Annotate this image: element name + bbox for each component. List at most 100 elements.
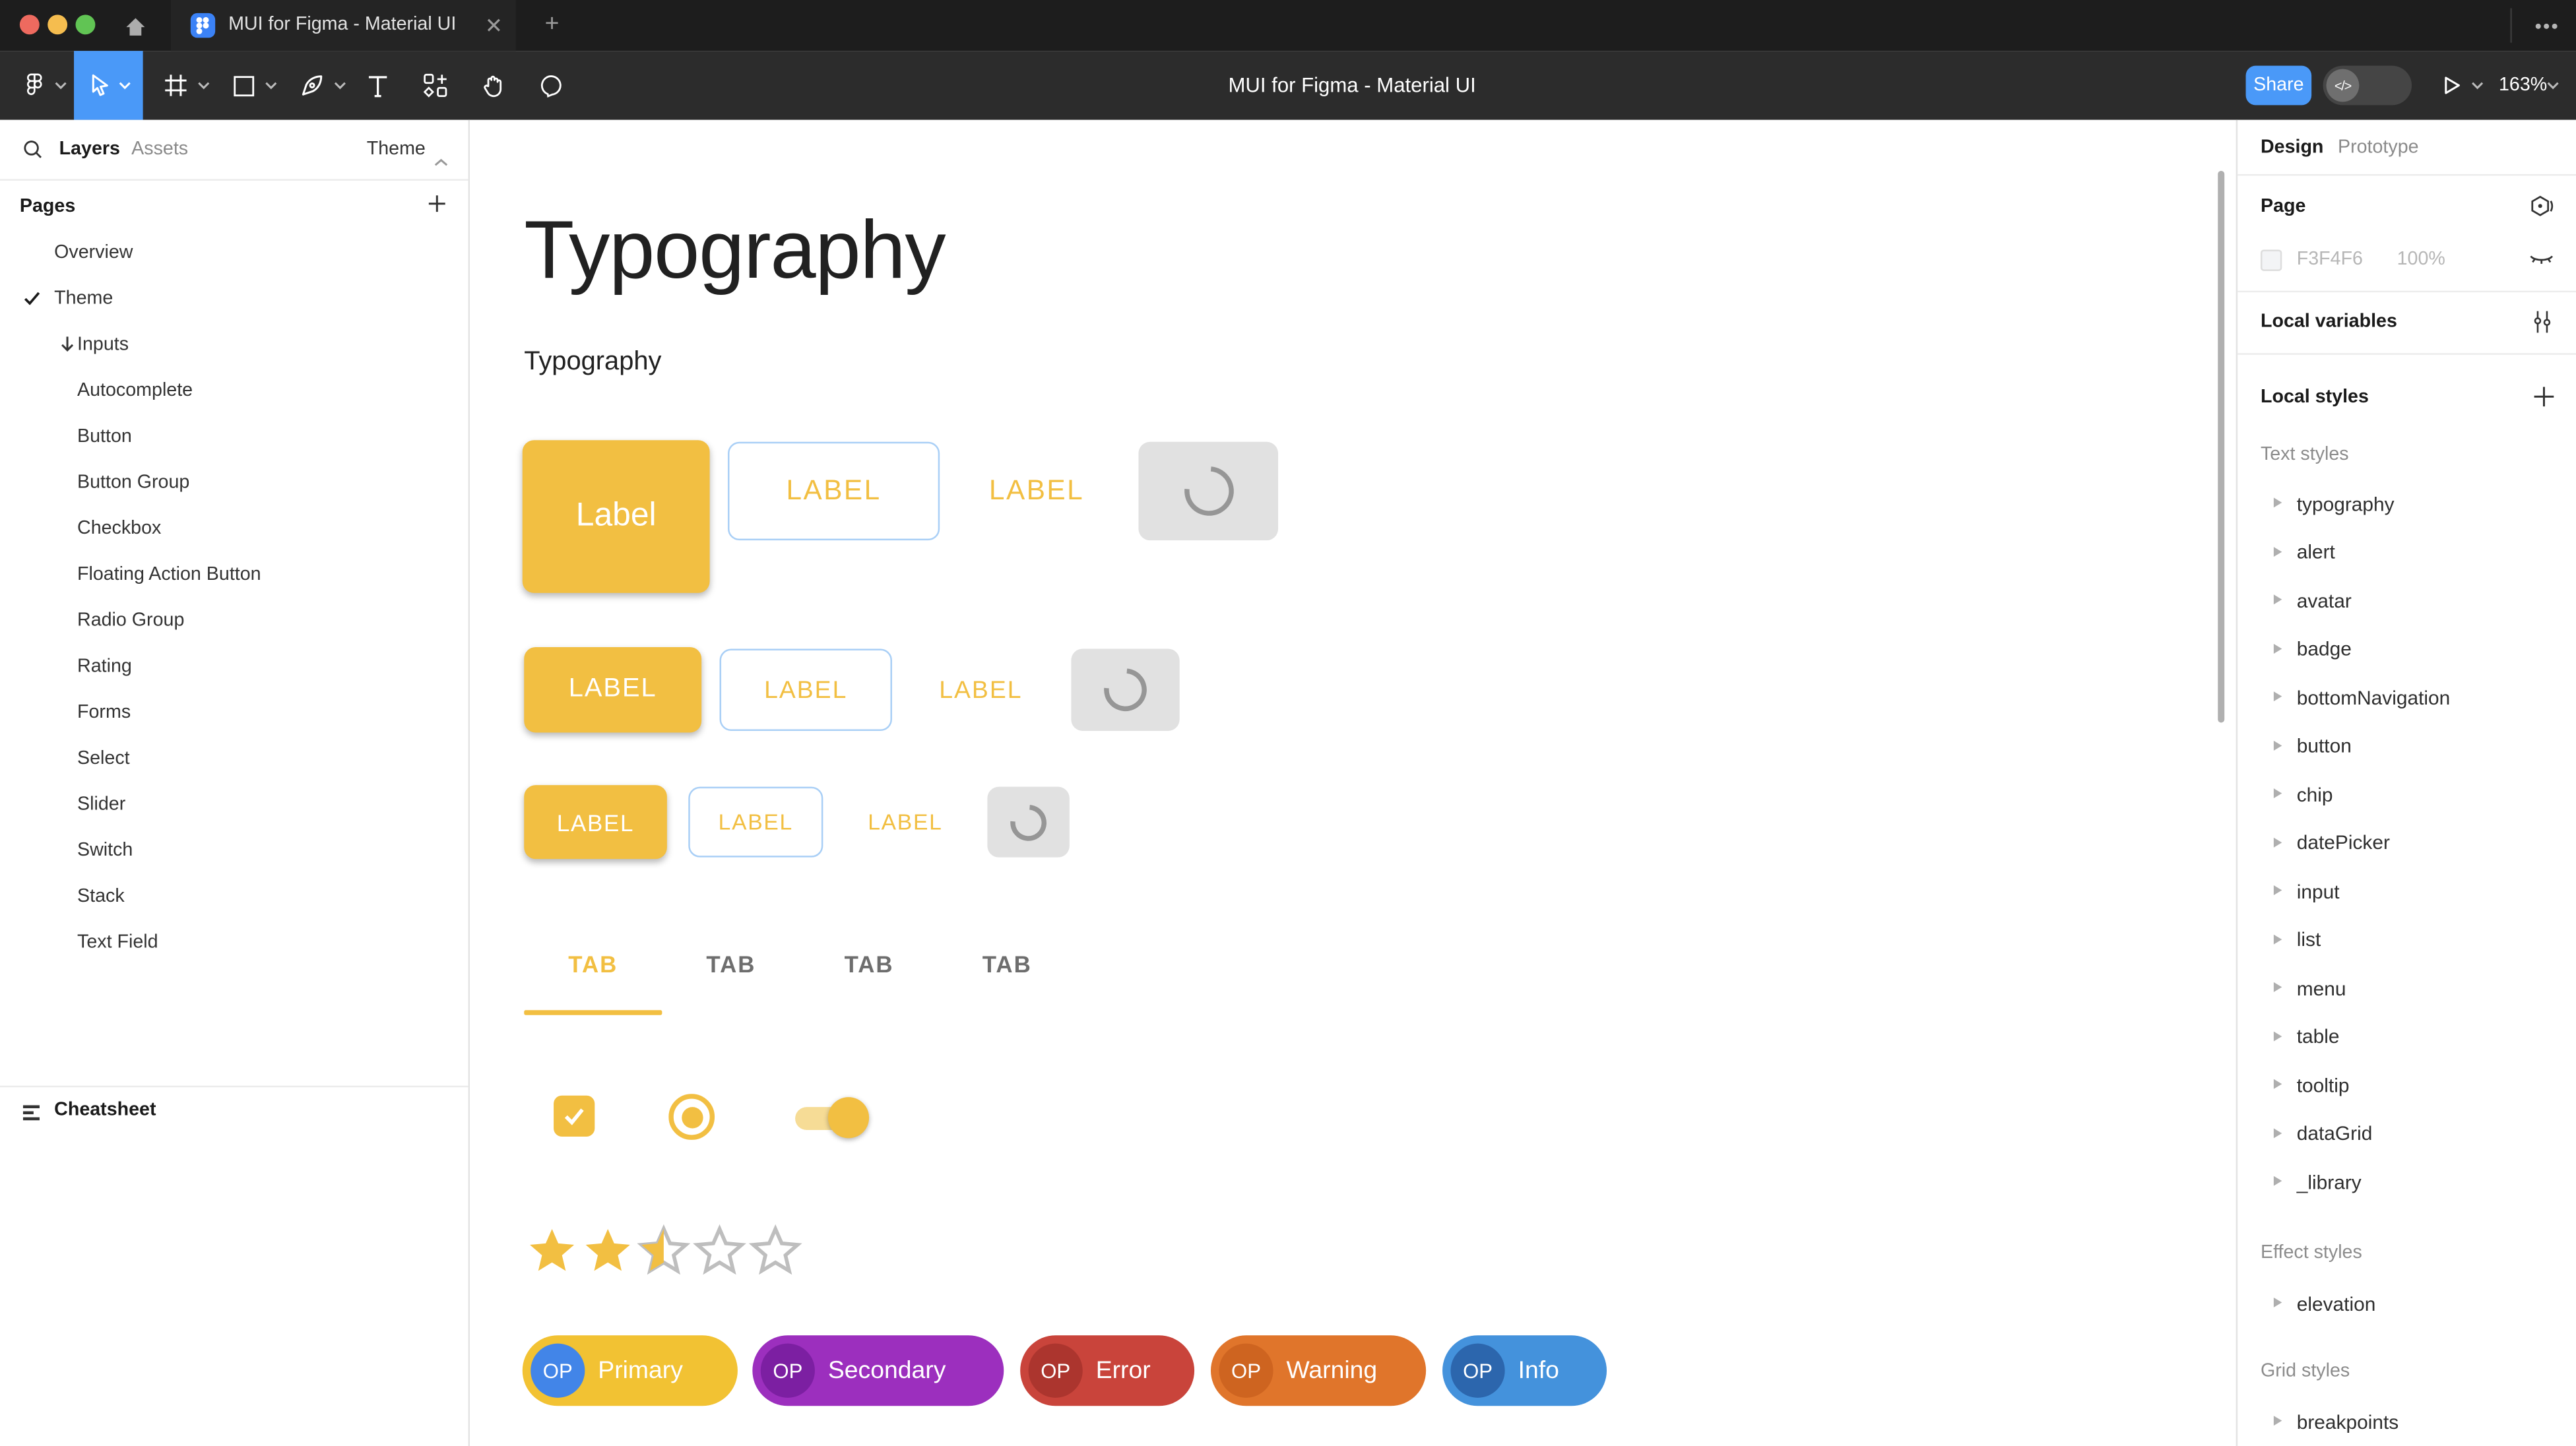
share-button[interactable]: Share	[2246, 66, 2312, 106]
button-loading-large[interactable]	[1138, 442, 1278, 540]
button-text-medium[interactable]: LABEL	[913, 648, 1048, 730]
sidebar-page-theme[interactable]: Theme	[0, 276, 468, 322]
canvas-tab[interactable]: TAB	[800, 941, 938, 988]
sidebar-page-radio-group[interactable]: Radio Group	[0, 598, 468, 644]
text-style-list[interactable]: list	[2238, 916, 2576, 964]
move-tool-button[interactable]	[74, 51, 143, 120]
button-outlined-large[interactable]: LABEL	[728, 442, 940, 540]
main-menu-button[interactable]	[13, 51, 56, 120]
eye-closed-icon[interactable]	[2528, 248, 2555, 279]
page-dropdown[interactable]: Theme	[367, 120, 426, 181]
star-icon[interactable]	[524, 1222, 580, 1278]
shape-tool-button[interactable]	[225, 51, 261, 120]
present-button[interactable]	[2435, 51, 2468, 120]
shape-tool-chevron-icon[interactable]	[265, 51, 278, 120]
expand-arrow-icon[interactable]	[2274, 546, 2282, 556]
canvas-scrollbar[interactable]	[2218, 171, 2224, 723]
chip-secondary[interactable]: OP Secondary	[752, 1335, 1004, 1406]
text-tool-button[interactable]	[360, 51, 396, 120]
main-menu-chevron-icon[interactable]	[54, 51, 67, 120]
frame-tool-chevron-icon[interactable]	[197, 51, 210, 120]
expand-arrow-icon[interactable]	[2274, 837, 2282, 847]
variables-icon[interactable]	[2530, 309, 2554, 343]
styles-library-icon[interactable]	[2528, 194, 2555, 228]
text-style-tooltip[interactable]: tooltip	[2238, 1061, 2576, 1109]
expand-arrow-icon[interactable]	[2274, 788, 2282, 798]
button-outlined-small[interactable]: LABEL	[688, 787, 823, 858]
sidebar-page-switch[interactable]: Switch	[0, 828, 468, 874]
button-contained-small[interactable]: LABEL	[524, 785, 667, 859]
page-color-opacity[interactable]: 100%	[2397, 249, 2445, 269]
sidebar-page-slider[interactable]: Slider	[0, 782, 468, 828]
text-style-menu[interactable]: menu	[2238, 964, 2576, 1013]
effect-style-elevation[interactable]: elevation	[2238, 1280, 2576, 1328]
sidebar-page-text-field[interactable]: Text Field	[0, 920, 468, 966]
actions-tool-button[interactable]	[417, 51, 453, 120]
button-contained-large[interactable]: Label	[523, 440, 710, 593]
page-color-swatch[interactable]	[2261, 249, 2282, 270]
radio-selected[interactable]	[668, 1094, 715, 1140]
switch-on[interactable]	[785, 1089, 884, 1145]
chip-error[interactable]: OP Error	[1020, 1335, 1194, 1406]
local-variables-section[interactable]: Local variables	[2238, 292, 2576, 355]
star-icon[interactable]	[692, 1222, 748, 1278]
hand-tool-button[interactable]	[475, 51, 511, 120]
zoom-chevron-icon[interactable]	[2546, 51, 2560, 120]
expand-arrow-icon[interactable]	[2274, 1416, 2282, 1426]
canvas-tab[interactable]: TAB	[662, 941, 800, 988]
text-style-typography[interactable]: typography	[2238, 480, 2576, 528]
page-color-value[interactable]: F3F4F6	[2297, 249, 2363, 269]
text-style-dataGrid[interactable]: dataGrid	[2238, 1110, 2576, 1158]
chevron-up-icon[interactable]	[434, 146, 448, 176]
zoom-level-menu[interactable]: 163%	[2499, 51, 2547, 120]
tab-close-icon[interactable]: ✕	[485, 0, 503, 51]
sidebar-page-button-group[interactable]: Button Group	[0, 460, 468, 506]
text-style-bottomNavigation[interactable]: bottomNavigation	[2238, 674, 2576, 722]
text-style-badge[interactable]: badge	[2238, 625, 2576, 673]
chip-warning[interactable]: OP Warning	[1211, 1335, 1426, 1406]
expand-arrow-icon[interactable]	[2274, 740, 2282, 750]
expand-arrow-icon[interactable]	[2274, 1127, 2282, 1137]
expand-arrow-icon[interactable]	[2274, 643, 2282, 653]
button-text-large[interactable]: LABEL	[963, 442, 1111, 540]
add-page-button[interactable]	[427, 192, 447, 222]
sidebar-page-checkbox[interactable]: Checkbox	[0, 506, 468, 552]
file-tab[interactable]: MUI for Figma - Material UI ✕	[171, 0, 516, 51]
overflow-menu-icon[interactable]	[2527, 0, 2566, 51]
text-style-button[interactable]: button	[2238, 722, 2576, 770]
tab-layers[interactable]: Layers	[59, 120, 120, 181]
tab-assets[interactable]: Assets	[131, 120, 188, 181]
tab-prototype[interactable]: Prototype	[2338, 120, 2419, 176]
sidebar-page-button[interactable]: Button	[0, 414, 468, 460]
sidebar-cheatsheet[interactable]: Cheatsheet	[0, 1087, 468, 1133]
button-loading-medium[interactable]	[1071, 648, 1179, 730]
new-tab-button[interactable]: +	[536, 0, 569, 51]
comment-tool-button[interactable]	[532, 51, 569, 120]
sidebar-page-rating[interactable]: Rating	[0, 644, 468, 690]
frame-tool-button[interactable]	[158, 51, 194, 120]
expand-arrow-icon[interactable]	[2274, 1298, 2282, 1307]
sidebar-page-autocomplete[interactable]: Autocomplete	[0, 368, 468, 414]
chip-primary[interactable]: OP Primary	[523, 1335, 738, 1406]
expand-arrow-icon[interactable]	[2274, 1030, 2282, 1040]
text-style-chip[interactable]: chip	[2238, 770, 2576, 819]
design-canvas[interactable]: Typography Typography Label LABEL LABEL …	[470, 120, 2236, 1446]
text-style-table[interactable]: table	[2238, 1013, 2576, 1061]
canvas-tab-active[interactable]: TAB	[524, 941, 662, 988]
expand-arrow-icon[interactable]	[2274, 691, 2282, 701]
sidebar-page-inputs[interactable]: Inputs	[0, 322, 468, 368]
grid-style-breakpoints[interactable]: breakpoints	[2238, 1398, 2576, 1446]
star-icon[interactable]	[748, 1222, 804, 1278]
button-contained-medium[interactable]: LABEL	[524, 647, 701, 732]
button-outlined-medium[interactable]: LABEL	[720, 648, 892, 730]
text-style-datePicker[interactable]: datePicker	[2238, 819, 2576, 867]
pen-tool-button[interactable]	[294, 51, 331, 120]
dev-mode-toggle[interactable]: </>	[2323, 66, 2412, 106]
text-style-input[interactable]: input	[2238, 867, 2576, 916]
sidebar-page-overview[interactable]: Overview	[0, 230, 468, 276]
sidebar-page-select[interactable]: Select	[0, 736, 468, 782]
button-loading-small[interactable]	[987, 787, 1069, 858]
pen-tool-chevron-icon[interactable]	[333, 51, 346, 120]
chip-info[interactable]: OP Info	[1442, 1335, 1607, 1406]
expand-arrow-icon[interactable]	[2274, 982, 2282, 992]
